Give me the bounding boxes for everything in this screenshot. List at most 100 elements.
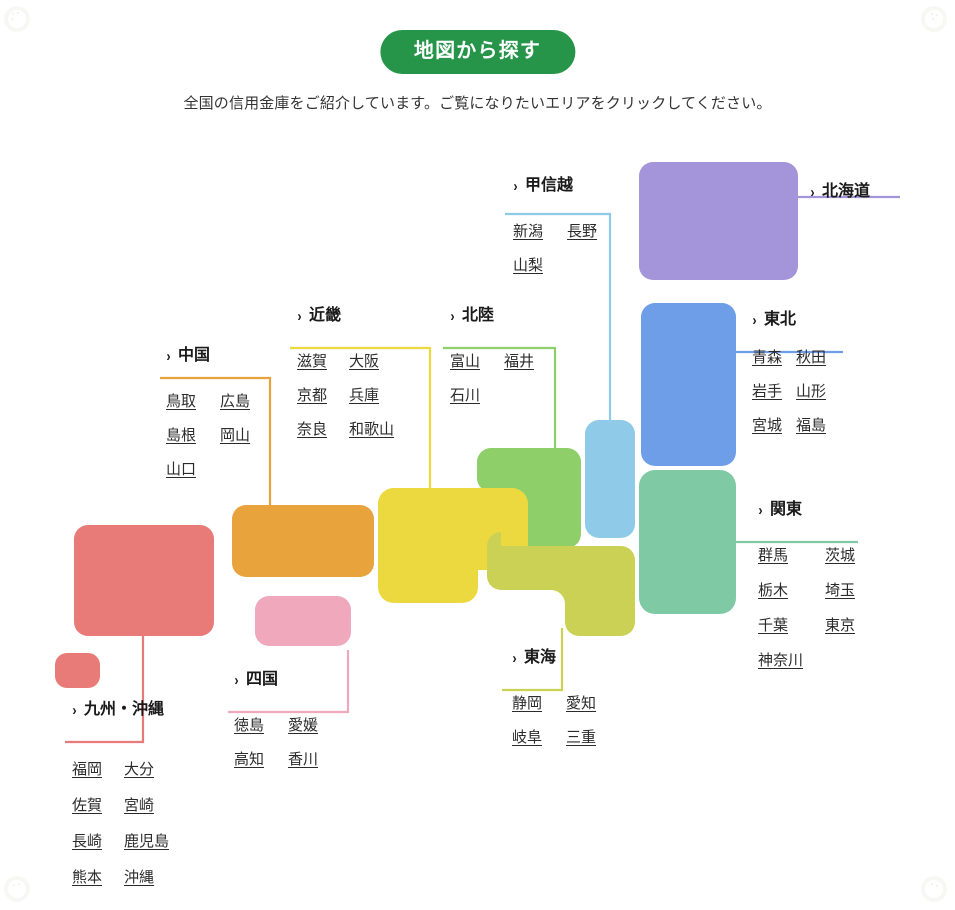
region-chugoku-header[interactable]: › 中国: [166, 348, 250, 364]
prefecture-link[interactable]: 千葉: [758, 614, 788, 635]
region-tohoku-label: 東北: [764, 311, 797, 328]
prefecture-link[interactable]: 山口: [166, 458, 196, 479]
region-kinki-header[interactable]: › 近畿: [297, 308, 394, 324]
prefecture-link[interactable]: 東京: [825, 614, 855, 635]
region-koshinetsu-label: 甲信越: [525, 177, 574, 194]
prefecture-list-shikoku: 徳島 愛媛 高知 香川: [234, 714, 318, 769]
prefecture-link[interactable]: 徳島: [234, 714, 264, 735]
map-shape-tohoku: [641, 303, 736, 466]
prefecture-list-tokai: 静岡 愛知 岐阜 三重: [512, 692, 596, 747]
prefecture-link[interactable]: 青森: [752, 346, 782, 367]
region-tohoku-header[interactable]: › 東北: [752, 312, 826, 328]
chevron-right-icon: ›: [758, 501, 763, 519]
prefecture-link[interactable]: 岡山: [220, 424, 250, 445]
prefecture-link[interactable]: 富山: [450, 350, 480, 371]
map-search-page: 地図から探す 全国の信用金庫をご紹介しています。ご覧になりたいエリアをクリックし…: [0, 0, 955, 910]
region-hokuriku-header[interactable]: › 北陸: [450, 308, 534, 324]
map-shape-shikoku: [255, 596, 351, 646]
map-shape-okinawa: [55, 653, 100, 688]
prefecture-link[interactable]: 石川: [450, 384, 480, 405]
prefecture-list-kinki: 滋賀 大阪 京都 兵庫 奈良 和歌山: [297, 350, 394, 439]
prefecture-link[interactable]: 新潟: [513, 220, 543, 241]
region-kanto-header[interactable]: › 関東: [758, 502, 855, 518]
prefecture-link[interactable]: 愛知: [566, 692, 596, 713]
prefecture-link[interactable]: 京都: [297, 384, 327, 405]
chevron-right-icon: ›: [810, 183, 815, 201]
prefecture-link[interactable]: 茨城: [825, 544, 855, 565]
prefecture-list-koshinetsu: 新潟 長野 山梨: [513, 220, 597, 275]
region-shikoku[interactable]: › 四国 徳島 愛媛 高知 香川: [234, 672, 318, 769]
prefecture-link[interactable]: 大阪: [349, 350, 379, 371]
region-kanto[interactable]: › 関東 群馬 茨城 栃木 埼玉 千葉 東京 神奈川: [758, 502, 855, 670]
prefecture-link[interactable]: 佐賀: [72, 794, 102, 815]
prefecture-link[interactable]: 香川: [288, 748, 318, 769]
prefecture-link[interactable]: 埼玉: [825, 579, 855, 600]
prefecture-link[interactable]: 島根: [166, 424, 196, 445]
prefecture-link[interactable]: 沖縄: [124, 866, 154, 887]
region-kanto-label: 関東: [770, 501, 803, 518]
prefecture-link[interactable]: 秋田: [796, 346, 826, 367]
prefecture-link[interactable]: 高知: [234, 748, 264, 769]
region-kyushu-okinawa-label: 九州・沖縄: [84, 701, 165, 718]
prefecture-link[interactable]: 宮崎: [124, 794, 154, 815]
region-chugoku-label: 中国: [178, 347, 211, 364]
prefecture-link[interactable]: 宮城: [752, 414, 782, 435]
prefecture-link[interactable]: 和歌山: [349, 418, 394, 439]
prefecture-list-chugoku: 鳥取 広島 島根 岡山 山口: [166, 390, 250, 479]
prefecture-link[interactable]: 長崎: [72, 830, 102, 851]
region-shikoku-header[interactable]: › 四国: [234, 672, 318, 688]
region-koshinetsu-header[interactable]: › 甲信越: [513, 178, 597, 194]
map-shape-chugoku: [232, 505, 374, 577]
prefecture-list-tohoku: 青森 秋田 岩手 山形 宮城 福島: [752, 346, 826, 435]
map-shape-koshinetsu: [585, 420, 635, 538]
region-koshinetsu[interactable]: › 甲信越 新潟 長野 山梨: [513, 178, 597, 275]
prefecture-link[interactable]: 大分: [124, 758, 154, 779]
prefecture-link[interactable]: 長野: [567, 220, 597, 241]
prefecture-link[interactable]: 熊本: [72, 866, 102, 887]
prefecture-link[interactable]: 愛媛: [288, 714, 318, 735]
prefecture-link[interactable]: 栃木: [758, 579, 788, 600]
prefecture-link[interactable]: 群馬: [758, 544, 788, 565]
chevron-right-icon: ›: [297, 307, 302, 325]
prefecture-list-kanto: 群馬 茨城 栃木 埼玉 千葉 東京 神奈川: [758, 544, 855, 670]
chevron-right-icon: ›: [234, 671, 239, 689]
prefecture-link[interactable]: 滋賀: [297, 350, 327, 371]
prefecture-link[interactable]: 福島: [796, 414, 826, 435]
prefecture-link[interactable]: 三重: [566, 726, 596, 747]
region-hokkaido-header[interactable]: › 北海道: [810, 184, 870, 200]
prefecture-link[interactable]: 岐阜: [512, 726, 542, 747]
region-tokai-header[interactable]: › 東海: [512, 650, 596, 666]
prefecture-link[interactable]: 福井: [504, 350, 534, 371]
prefecture-link[interactable]: 山形: [796, 380, 826, 401]
map-shape-tokai: [487, 532, 635, 636]
region-chugoku[interactable]: › 中国 鳥取 広島 島根 岡山 山口: [166, 348, 250, 479]
region-kyushu-okinawa[interactable]: › 九州・沖縄 福岡 大分 佐賀 宮崎 長崎 鹿児島 熊本 沖縄: [72, 702, 169, 887]
region-kinki[interactable]: › 近畿 滋賀 大阪 京都 兵庫 奈良 和歌山: [297, 308, 394, 439]
prefecture-link[interactable]: 鹿児島: [124, 830, 169, 851]
region-hokkaido[interactable]: › 北海道: [810, 184, 870, 200]
region-kyushu-okinawa-header[interactable]: › 九州・沖縄: [72, 702, 169, 718]
chevron-right-icon: ›: [450, 307, 455, 325]
prefecture-link[interactable]: 山梨: [513, 254, 543, 275]
prefecture-list-kyushu-okinawa: 福岡 大分 佐賀 宮崎 長崎 鹿児島 熊本 沖縄: [72, 758, 169, 887]
chevron-right-icon: ›: [752, 311, 757, 329]
prefecture-link[interactable]: 兵庫: [349, 384, 379, 405]
region-hokuriku[interactable]: › 北陸 富山 福井 石川: [450, 308, 534, 405]
chevron-right-icon: ›: [72, 701, 77, 719]
prefecture-link[interactable]: 鳥取: [166, 390, 196, 411]
chevron-right-icon: ›: [512, 649, 517, 667]
prefecture-link[interactable]: 静岡: [512, 692, 542, 713]
prefecture-link[interactable]: 広島: [220, 390, 250, 411]
prefecture-link[interactable]: 神奈川: [758, 649, 803, 670]
region-kinki-label: 近畿: [309, 307, 342, 324]
prefecture-link[interactable]: 岩手: [752, 380, 782, 401]
map-shape-kyushu: [74, 525, 214, 636]
region-tokai[interactable]: › 東海 静岡 愛知 岐阜 三重: [512, 650, 596, 747]
region-hokkaido-label: 北海道: [822, 183, 871, 200]
region-hokuriku-label: 北陸: [462, 307, 495, 324]
map-shape-kanto: [639, 470, 736, 614]
prefecture-link[interactable]: 福岡: [72, 758, 102, 779]
region-tohoku[interactable]: › 東北 青森 秋田 岩手 山形 宮城 福島: [752, 312, 826, 435]
region-shikoku-label: 四国: [246, 671, 279, 688]
prefecture-link[interactable]: 奈良: [297, 418, 327, 439]
